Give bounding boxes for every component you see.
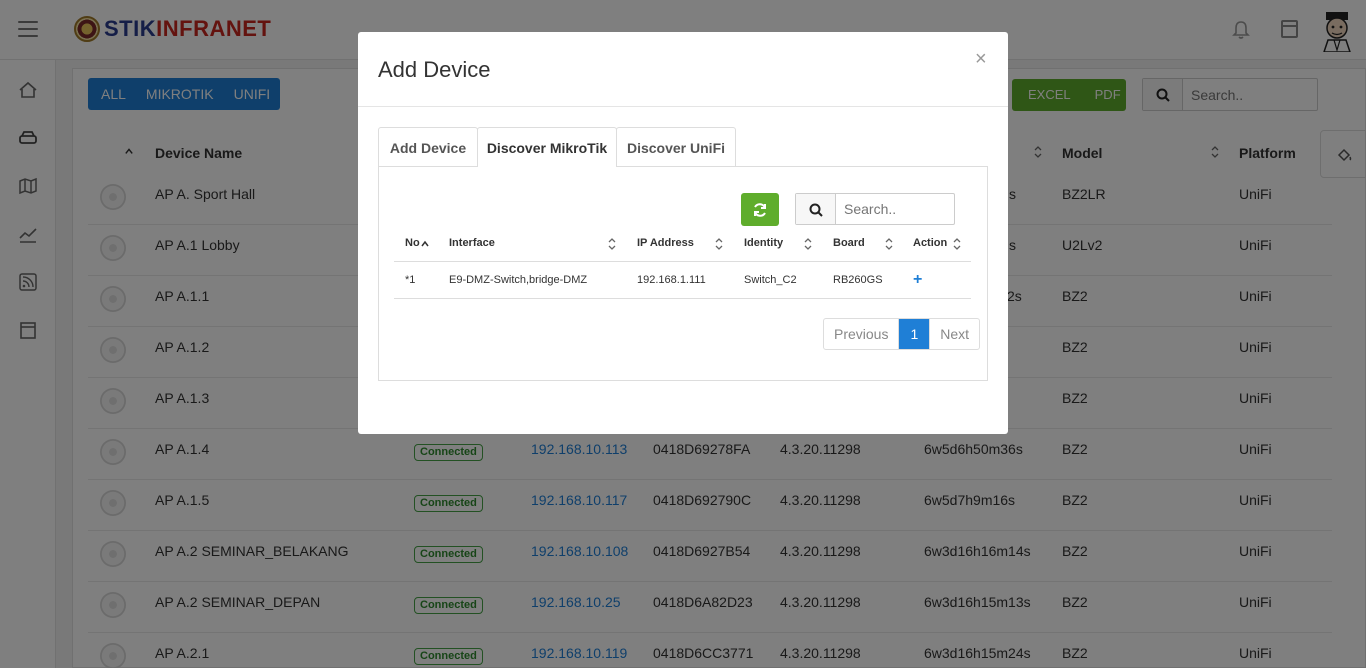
- sort-up-icon[interactable]: [421, 237, 429, 251]
- row-interface: E9-DMZ-Switch,bridge-DMZ: [449, 274, 588, 286]
- header-divider: [394, 261, 971, 262]
- column-board[interactable]: Board: [833, 237, 865, 249]
- search-button[interactable]: [796, 194, 836, 224]
- search-input[interactable]: [836, 194, 954, 224]
- sort-icon[interactable]: [608, 237, 616, 251]
- sort-icon[interactable]: [885, 237, 893, 251]
- column-no[interactable]: No: [405, 237, 420, 249]
- add-device-modal: Add Device × Add Device Discover MikroTi…: [358, 32, 1008, 434]
- modal-divider: [358, 106, 1008, 107]
- modal-search: [795, 193, 955, 225]
- row-divider: [394, 298, 971, 299]
- row-board: RB260GS: [833, 274, 883, 286]
- close-icon[interactable]: ×: [975, 48, 987, 71]
- column-action[interactable]: Action: [913, 237, 947, 249]
- search-icon: [809, 203, 823, 217]
- column-identity[interactable]: Identity: [744, 237, 783, 249]
- row-no: *1: [405, 274, 416, 286]
- active-tab-connector: [478, 165, 616, 168]
- sort-icon[interactable]: [804, 237, 812, 251]
- tab-add-device[interactable]: Add Device: [378, 127, 478, 167]
- modal-title: Add Device: [378, 57, 491, 82]
- sort-icon[interactable]: [715, 237, 723, 251]
- refresh-button[interactable]: [741, 193, 779, 226]
- tab-discover-unifi[interactable]: Discover UniFi: [616, 127, 736, 167]
- pagination: Previous 1 Next: [823, 318, 981, 350]
- add-device-plus-button[interactable]: +: [913, 271, 922, 289]
- tab-discover-mikrotik[interactable]: Discover MikroTik: [477, 127, 617, 167]
- column-interface[interactable]: Interface: [449, 237, 495, 249]
- refresh-icon: [754, 203, 766, 217]
- sort-icon[interactable]: [953, 237, 961, 251]
- next-page-button[interactable]: Next: [929, 319, 979, 349]
- column-ip-address[interactable]: IP Address: [637, 237, 694, 249]
- current-page-button[interactable]: 1: [899, 319, 930, 349]
- row-ip-address: 192.168.1.111: [637, 274, 706, 286]
- previous-page-button[interactable]: Previous: [824, 319, 900, 349]
- row-identity: Switch_C2: [744, 274, 797, 286]
